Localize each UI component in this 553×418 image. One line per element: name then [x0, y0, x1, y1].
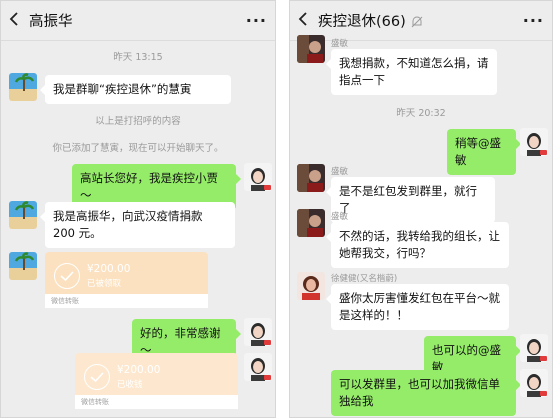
- flag-badge-icon: [540, 150, 547, 155]
- flag-badge-icon: [264, 185, 271, 190]
- system-message: 以上是打招呼的内容: [95, 116, 181, 127]
- timestamp: 昨天 20:32: [396, 108, 446, 119]
- message-bubble-self[interactable]: 稍等@盛敏: [447, 129, 521, 175]
- chat-header: 高振华 ···: [1, 1, 275, 41]
- mute-bell-icon: [410, 14, 424, 28]
- more-options-icon[interactable]: ···: [246, 11, 267, 30]
- flag-badge-icon: [540, 391, 547, 396]
- message-bubble[interactable]: 我是群聊“疾控退休”的慧寅: [40, 75, 231, 104]
- transfer-card[interactable]: ¥200.00 已被领取 微信转账: [45, 252, 208, 308]
- message-bubble[interactable]: 我是高振华，向武汉疫情捐款 200 元。: [40, 202, 235, 248]
- back-arrow-icon[interactable]: [9, 11, 27, 30]
- transfer-amount: ¥200.00: [87, 263, 131, 275]
- transfer-card-self[interactable]: ¥200.00 已收钱 微信转账: [75, 353, 238, 409]
- avatar-beach[interactable]: [9, 201, 37, 229]
- sender-name: 盛敏: [331, 212, 349, 222]
- chat-title: 疾控退休(66): [318, 14, 406, 30]
- transfer-status: 已收钱: [117, 380, 143, 390]
- avatar-shengmin[interactable]: [297, 209, 325, 237]
- flag-badge-icon: [540, 356, 547, 361]
- transfer-status: 已被领取: [87, 279, 122, 289]
- transfer-label: 微信转账: [45, 294, 208, 308]
- back-arrow-icon[interactable]: [298, 11, 316, 30]
- chat-header: 疾控退休(66) ···: [290, 1, 552, 41]
- chat-panel-right: 疾控退休(66) ··· 盛敏 我想捐款，不知道怎么捐，请指点一下 昨天 20:…: [289, 0, 553, 418]
- avatar-xujianjian[interactable]: [297, 272, 325, 300]
- message-bubble[interactable]: 不然的话，我转给我的组长，让她帮我交，行吗？: [326, 222, 509, 268]
- avatar-beach[interactable]: [9, 252, 37, 280]
- avatar-shengmin[interactable]: [297, 35, 325, 63]
- sender-name: 盛敏: [331, 39, 349, 49]
- image-gap: [276, 0, 289, 418]
- check-circle-icon: [84, 364, 110, 390]
- flag-badge-icon: [264, 375, 271, 380]
- check-circle-icon: [54, 263, 80, 289]
- more-options-icon[interactable]: ···: [523, 11, 544, 30]
- chat-title: 高振华: [29, 14, 73, 30]
- timestamp: 昨天 13:15: [113, 52, 163, 63]
- flag-badge-icon: [264, 340, 271, 345]
- avatar-shengmin[interactable]: [297, 164, 325, 192]
- sender-name: 盛敏: [331, 167, 349, 177]
- message-bubble[interactable]: 是不是红包发到群里，就行了: [326, 177, 495, 223]
- transfer-amount: ¥200.00: [117, 364, 161, 376]
- message-bubble[interactable]: 我想捐款，不知道怎么捐，请指点一下: [326, 49, 497, 95]
- message-bubble-self[interactable]: 可以发群里，也可以加我微信单独给我: [331, 370, 521, 416]
- system-message: 你已添加了慧寅，现在可以开始聊天了。: [52, 143, 224, 154]
- avatar-beach[interactable]: [9, 73, 37, 101]
- sender-name: 徐健健(又名楷蔚): [331, 274, 398, 284]
- message-bubble[interactable]: 盛你太厉害懂发红包在平台～就是这样的！！: [326, 284, 509, 330]
- transfer-label: 微信转账: [75, 395, 238, 409]
- chat-panel-left: 高振华 ··· 昨天 13:15 我是群聊“疾控退休”的慧寅 以上是打招呼的内容…: [0, 0, 276, 418]
